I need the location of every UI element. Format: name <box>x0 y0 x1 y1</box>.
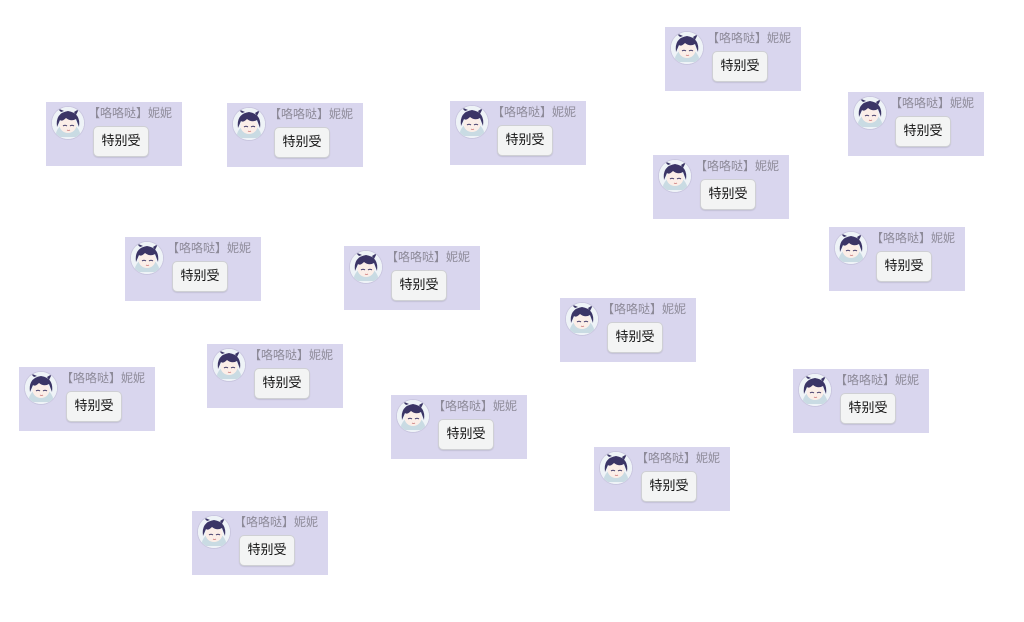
sender-name: 【咯咯哒】妮妮 <box>492 105 577 119</box>
anime-character-avatar-icon[interactable] <box>671 32 703 64</box>
message-bubble[interactable]: 特别受 <box>66 391 122 422</box>
chat-message-card: 【咯咯哒】妮妮特别受 <box>344 246 480 310</box>
chat-message-card: 【咯咯哒】妮妮特别受 <box>46 102 182 166</box>
sender-name: 【咯咯哒】妮妮 <box>167 241 252 255</box>
sender-name: 【咯咯哒】妮妮 <box>695 159 780 173</box>
anime-character-avatar-icon[interactable] <box>350 251 382 283</box>
message-bubble[interactable]: 特别受 <box>607 322 663 353</box>
anime-character-avatar-icon[interactable] <box>456 106 488 138</box>
anime-character-avatar-icon[interactable] <box>397 400 429 432</box>
chat-message-card: 【咯咯哒】妮妮特别受 <box>829 227 965 291</box>
anime-character-avatar-icon[interactable] <box>835 232 867 264</box>
sender-name: 【咯咯哒】妮妮 <box>602 302 687 316</box>
chat-message-card: 【咯咯哒】妮妮特别受 <box>125 237 261 301</box>
anime-character-avatar-icon[interactable] <box>213 349 245 381</box>
message-bubble[interactable]: 特别受 <box>641 471 697 502</box>
chat-message-card: 【咯咯哒】妮妮特别受 <box>450 101 586 165</box>
anime-character-avatar-icon[interactable] <box>52 107 84 139</box>
chat-message-card: 【咯咯哒】妮妮特别受 <box>192 511 328 575</box>
chat-message-card: 【咯咯哒】妮妮特别受 <box>594 447 730 511</box>
chat-message-card: 【咯咯哒】妮妮特别受 <box>665 27 801 91</box>
sender-name: 【咯咯哒】妮妮 <box>386 250 471 264</box>
message-bubble[interactable]: 特别受 <box>254 368 310 399</box>
anime-character-avatar-icon[interactable] <box>233 108 265 140</box>
chat-message-card: 【咯咯哒】妮妮特别受 <box>227 103 363 167</box>
sender-name: 【咯咯哒】妮妮 <box>249 348 334 362</box>
message-bubble[interactable]: 特别受 <box>391 270 447 301</box>
message-bubble[interactable]: 特别受 <box>497 125 553 156</box>
sender-name: 【咯咯哒】妮妮 <box>269 107 354 121</box>
anime-character-avatar-icon[interactable] <box>131 242 163 274</box>
message-bubble[interactable]: 特别受 <box>93 126 149 157</box>
message-bubble[interactable]: 特别受 <box>438 419 494 450</box>
message-bubble[interactable]: 特别受 <box>172 261 228 292</box>
chat-message-card: 【咯咯哒】妮妮特别受 <box>653 155 789 219</box>
anime-character-avatar-icon[interactable] <box>799 374 831 406</box>
chat-message-card: 【咯咯哒】妮妮特别受 <box>560 298 696 362</box>
anime-character-avatar-icon[interactable] <box>566 303 598 335</box>
sender-name: 【咯咯哒】妮妮 <box>890 96 975 110</box>
sender-name: 【咯咯哒】妮妮 <box>88 106 173 120</box>
chat-message-card: 【咯咯哒】妮妮特别受 <box>848 92 984 156</box>
sender-name: 【咯咯哒】妮妮 <box>433 399 518 413</box>
chat-message-card: 【咯咯哒】妮妮特别受 <box>207 344 343 408</box>
sender-name: 【咯咯哒】妮妮 <box>636 451 721 465</box>
message-bubble[interactable]: 特别受 <box>712 51 768 82</box>
sender-name: 【咯咯哒】妮妮 <box>835 373 920 387</box>
sender-name: 【咯咯哒】妮妮 <box>234 515 319 529</box>
message-bubble[interactable]: 特别受 <box>700 179 756 210</box>
message-collage: 【咯咯哒】妮妮 特别受 【咯咯哒】妮妮 特别受 【咯咯哒】妮妮 特别受 【咯咯哒】妮妮 特别受… <box>0 0 1024 622</box>
chat-message-card: 【咯咯哒】妮妮特别受 <box>793 369 929 433</box>
message-bubble[interactable]: 特别受 <box>876 251 932 282</box>
message-bubble[interactable]: 特别受 <box>239 535 295 566</box>
sender-name: 【咯咯哒】妮妮 <box>871 231 956 245</box>
anime-character-avatar-icon[interactable] <box>198 516 230 548</box>
chat-message-card: 【咯咯哒】妮妮特别受 <box>391 395 527 459</box>
anime-character-avatar-icon[interactable] <box>659 160 691 192</box>
anime-character-avatar-icon[interactable] <box>600 452 632 484</box>
message-bubble[interactable]: 特别受 <box>895 116 951 147</box>
message-bubble[interactable]: 特别受 <box>274 127 330 158</box>
sender-name: 【咯咯哒】妮妮 <box>707 31 792 45</box>
anime-character-avatar-icon[interactable] <box>854 97 886 129</box>
sender-name: 【咯咯哒】妮妮 <box>61 371 146 385</box>
anime-character-avatar-icon[interactable] <box>25 372 57 404</box>
message-bubble[interactable]: 特别受 <box>840 393 896 424</box>
chat-message-card: 【咯咯哒】妮妮特别受 <box>19 367 155 431</box>
